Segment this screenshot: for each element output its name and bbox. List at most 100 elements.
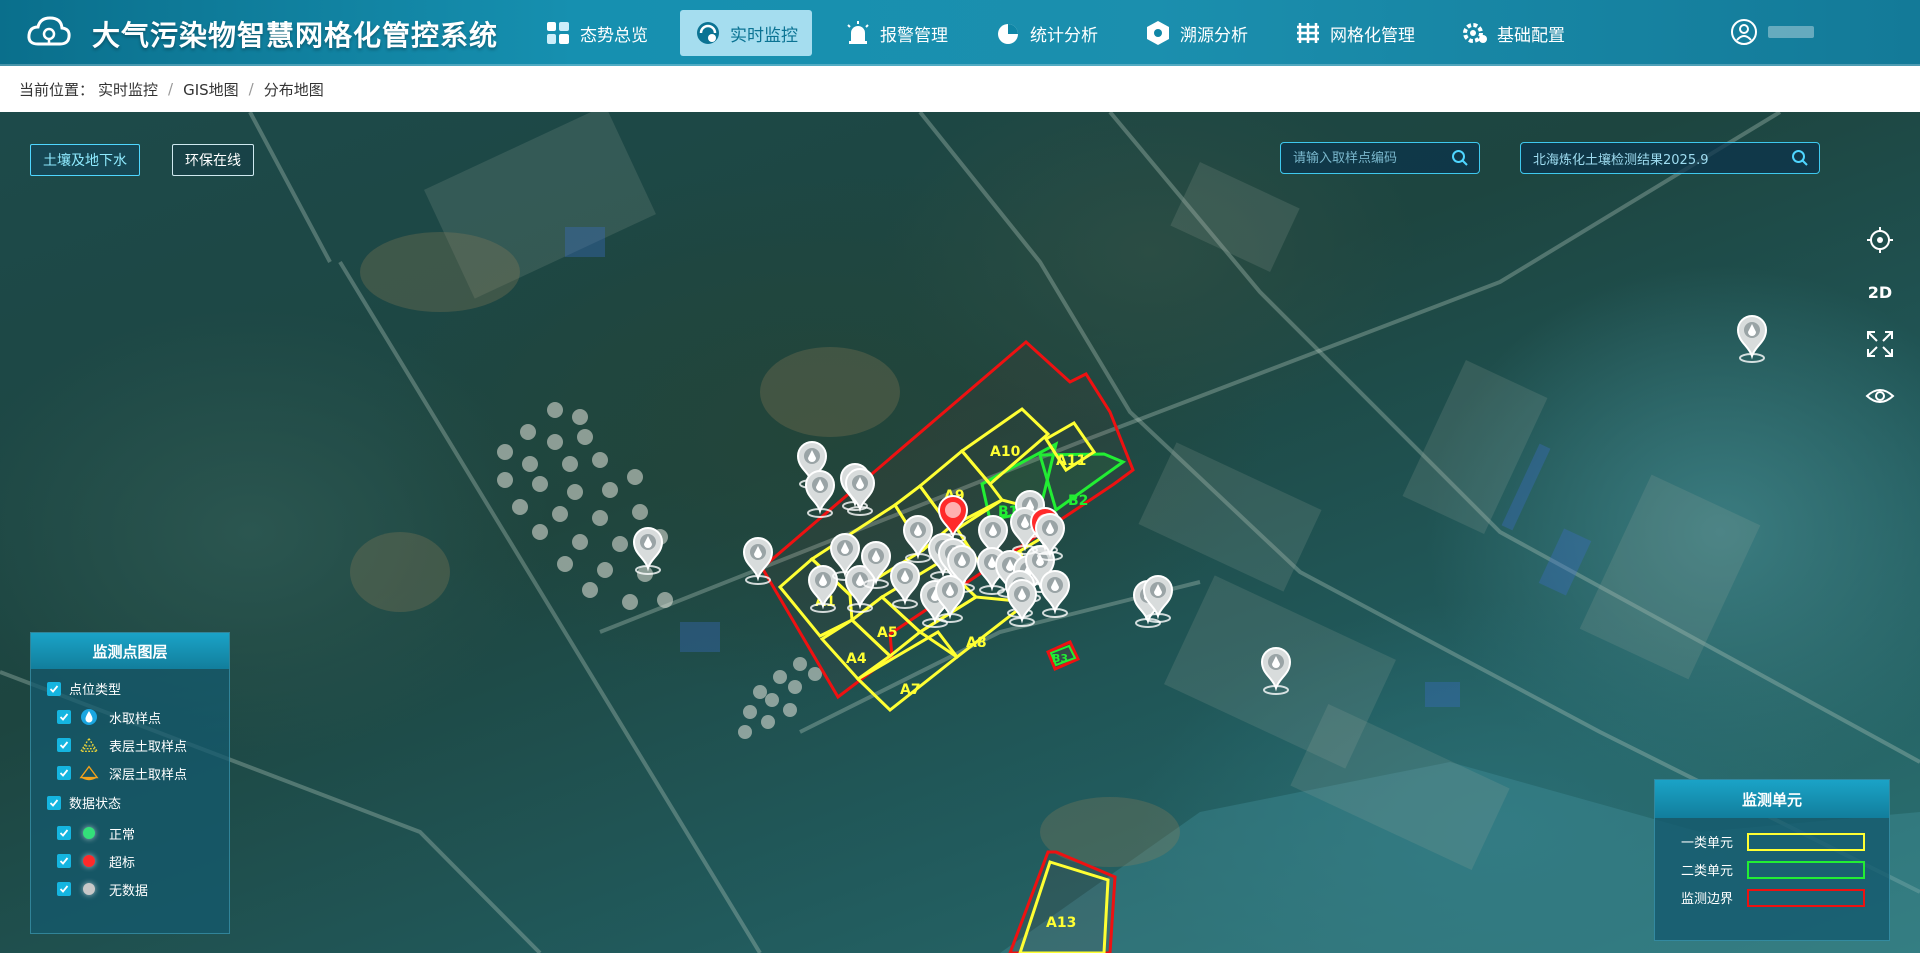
sample-marker[interactable] — [1040, 570, 1070, 618]
unit-legend-label: 监测边界 — [1681, 892, 1734, 907]
env-online-button[interactable]: 环保在线 — [172, 144, 254, 176]
checkbox-icon[interactable] — [57, 826, 71, 840]
nav-item-alarm[interactable]: 报警管理 — [830, 0, 962, 66]
gis-map[interactable]: A10 A11 A9 A3 A2 A12 A1 A6 A5 A8 A4 A7 B… — [0, 112, 1920, 953]
checkbox-icon[interactable] — [47, 681, 61, 696]
sample-marker[interactable] — [890, 561, 920, 609]
trace-source-icon — [1147, 21, 1169, 45]
sample-code-search[interactable] — [1280, 142, 1480, 174]
layer-item-label: 深层土取样点 — [109, 767, 188, 783]
visibility-eye-icon — [1865, 389, 1895, 403]
layer-group-label: 点位类型 — [69, 683, 122, 698]
main-nav: 态势总览 实时监控 报警管理 统计分析 溯源分析 网格化管理 基础配置 — [530, 0, 1597, 66]
sample-marker[interactable] — [808, 565, 838, 613]
nav-item-trace-source[interactable]: 溯源分析 — [1130, 0, 1262, 66]
nav-item-grid-manage[interactable]: 网格化管理 — [1280, 0, 1429, 66]
dashboard-icon — [547, 22, 569, 44]
layer-item-deep-soil[interactable]: 深层土取样点 — [57, 763, 187, 783]
nav-item-config[interactable]: 基础配置 — [1447, 0, 1579, 66]
realtime-monitor-icon — [697, 22, 719, 44]
user-menu[interactable] — [1730, 18, 1814, 46]
sample-marker[interactable] — [1737, 315, 1767, 363]
user-avatar-icon — [1731, 19, 1757, 45]
sample-marker[interactable] — [805, 470, 835, 518]
class1-swatch — [1747, 832, 1866, 851]
map-toolbar: 2D — [1860, 220, 1900, 428]
dataset-input[interactable] — [1533, 150, 1791, 166]
2d-3d-toggle-icon: 2D — [1867, 282, 1893, 302]
unit-legend-title: 监测单元 — [1655, 780, 1889, 818]
sample-marker[interactable] — [743, 537, 773, 585]
grid-manage-icon — [1297, 23, 1319, 43]
soil-groundwater-button[interactable]: 土壤及地下水 — [30, 144, 140, 176]
status-exceed-dot-icon — [83, 855, 95, 867]
breadcrumb-prefix: 当前位置： — [19, 80, 95, 99]
user-name-redacted — [1768, 26, 1814, 38]
sample-marker[interactable] — [1035, 513, 1065, 561]
unit-legend-panel: 监测单元 一类单元 二类单元 监测边界 — [1654, 779, 1890, 941]
search-icon[interactable] — [1791, 149, 1809, 167]
sample-marker[interactable] — [633, 527, 663, 575]
layer-item-water[interactable]: 水取样点 — [57, 707, 161, 727]
sample-marker[interactable] — [1261, 647, 1291, 695]
breadcrumb: 当前位置： 实时监控 / GIS地图 / 分布地图 — [0, 66, 1920, 112]
2d-3d-toggle-button[interactable]: 2D — [1860, 272, 1900, 312]
sample-marker[interactable] — [935, 575, 965, 623]
checkbox-icon[interactable] — [57, 882, 71, 896]
breadcrumb-separator: / — [248, 80, 254, 98]
nav-item-statistics[interactable]: 统计分析 — [980, 0, 1112, 66]
layer-item-surface-soil[interactable]: 表层土取样点 — [57, 735, 187, 755]
status-item-label: 超标 — [109, 855, 136, 871]
sample-marker[interactable] — [845, 468, 875, 516]
config-gear-icon — [1463, 23, 1487, 43]
sample-marker[interactable] — [903, 515, 933, 563]
locate-button[interactable] — [1860, 220, 1900, 260]
breadcrumb-item[interactable]: 实时监控 — [98, 79, 158, 100]
layer-item-label: 水取样点 — [109, 711, 162, 727]
top-header: 大气污染物智慧网格化管控系统 态势总览 实时监控 报警管理 统计分析 溯源分析 … — [0, 0, 1920, 66]
layer-group-status[interactable]: 数据状态 — [47, 793, 121, 812]
nav-label: 统计分析 — [1030, 25, 1098, 46]
checkbox-icon[interactable] — [57, 738, 71, 752]
status-item-normal[interactable]: 正常 — [57, 823, 135, 843]
checkbox-icon[interactable] — [47, 795, 61, 810]
nav-label: 态势总览 — [580, 25, 648, 46]
cloud-logo-icon — [27, 16, 71, 46]
checkbox-icon[interactable] — [57, 766, 71, 780]
layer-item-label: 表层土取样点 — [109, 739, 188, 755]
checkbox-icon[interactable] — [57, 854, 71, 868]
nav-label: 网格化管理 — [1330, 25, 1415, 46]
boundary-swatch — [1747, 888, 1866, 907]
sample-code-input[interactable] — [1293, 150, 1451, 166]
system-title: 大气污染物智慧网格化管控系统 — [92, 19, 499, 52]
deep-soil-icon — [79, 763, 99, 783]
layer-legend-panel: 监测点图层 点位类型 水取样点 表层土取样点 深层土取样点 数据状态 正常 超标… — [30, 632, 230, 934]
status-item-label: 无数据 — [109, 883, 149, 899]
breadcrumb-item[interactable]: GIS地图 — [183, 79, 239, 100]
nav-item-realtime-monitor[interactable]: 实时监控 — [680, 0, 812, 66]
alarm-icon — [847, 21, 869, 44]
status-nodata-dot-icon — [83, 883, 95, 895]
unit-legend-item: 二类单元 — [1681, 860, 1866, 879]
layer-group-type[interactable]: 点位类型 — [47, 679, 121, 698]
pie-chart-icon — [998, 24, 1018, 44]
status-normal-dot-icon — [83, 827, 95, 839]
sample-marker[interactable] — [1143, 575, 1173, 623]
layer-group-label: 数据状态 — [69, 797, 122, 812]
checkbox-icon[interactable] — [57, 710, 71, 724]
locate-icon — [1867, 227, 1893, 253]
class2-swatch — [1747, 860, 1866, 879]
nav-label: 基础配置 — [1497, 25, 1565, 46]
sample-marker[interactable] — [861, 541, 891, 589]
visibility-button[interactable] — [1860, 376, 1900, 416]
status-item-nodata[interactable]: 无数据 — [57, 879, 148, 899]
dataset-search[interactable] — [1520, 142, 1820, 174]
nav-label: 溯源分析 — [1180, 25, 1248, 46]
nav-item-overview[interactable]: 态势总览 — [530, 0, 662, 66]
status-item-exceed[interactable]: 超标 — [57, 851, 135, 871]
search-icon[interactable] — [1451, 149, 1469, 167]
sample-marker[interactable] — [1007, 579, 1037, 627]
water-drop-icon — [79, 707, 99, 727]
breadcrumb-item-current: 分布地图 — [263, 80, 324, 99]
fullscreen-button[interactable] — [1860, 324, 1900, 364]
